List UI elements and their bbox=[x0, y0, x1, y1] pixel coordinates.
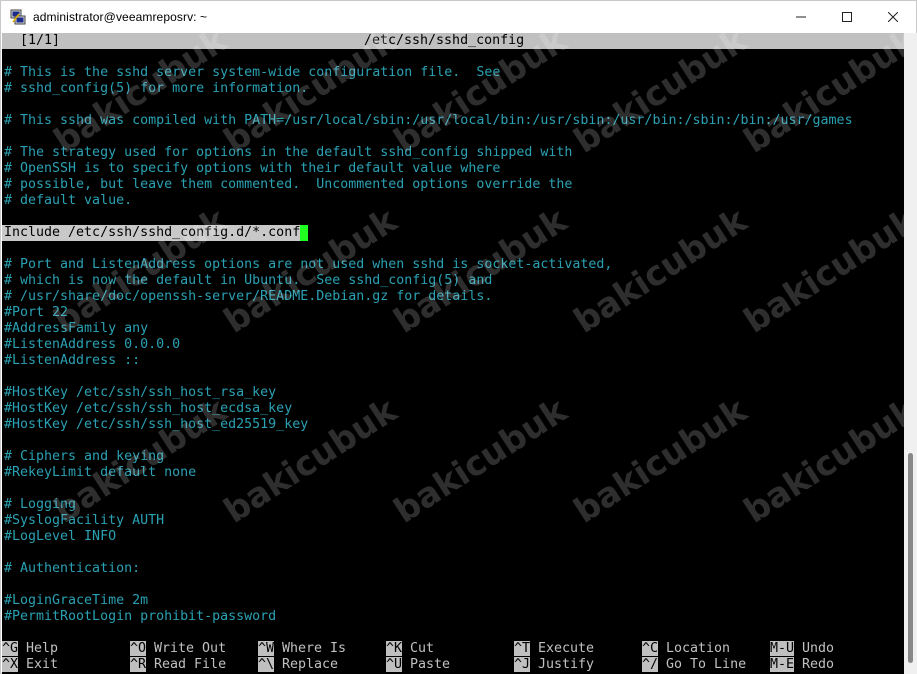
shortcut-label: Exit bbox=[18, 657, 59, 672]
terminal-area[interactable]: [1/1] /etc/ssh/sshd_config # This is the… bbox=[2, 33, 904, 674]
shortcut-replace[interactable]: ^\ Replace bbox=[258, 657, 338, 673]
shortcut-label: Help bbox=[18, 641, 59, 656]
editor-line[interactable]: #ListenAddress :: bbox=[4, 353, 140, 369]
close-button[interactable] bbox=[870, 1, 916, 33]
watermark-text: bakicubuk bbox=[567, 33, 755, 162]
shortcut-key: M-U bbox=[770, 641, 795, 656]
shortcut-label: Cut bbox=[402, 641, 435, 656]
shortcut-label: Read File bbox=[146, 657, 227, 672]
title-bar[interactable]: administrator@veeamreposrv: ~ bbox=[1, 1, 916, 33]
text-cursor bbox=[300, 225, 309, 241]
editor-line[interactable]: #HostKey /etc/ssh/ssh_host_rsa_key bbox=[4, 385, 276, 401]
shortcut-key: ^J bbox=[514, 657, 531, 672]
putty-icon[interactable] bbox=[10, 9, 26, 25]
editor-line[interactable]: # The strategy used for options in the d… bbox=[4, 145, 572, 161]
editor-line[interactable]: # sshd_config(5) for more information. bbox=[4, 81, 308, 97]
shortcut-label: Redo bbox=[794, 657, 835, 672]
vertical-scrollbar[interactable] bbox=[904, 33, 917, 674]
shortcut-key: ^G bbox=[2, 641, 19, 656]
shortcut-undo[interactable]: M-U Undo bbox=[770, 641, 834, 657]
editor-line[interactable]: # Port and ListenAddress options are not… bbox=[4, 257, 612, 273]
shortcut-key: ^O bbox=[130, 641, 147, 656]
editor-line[interactable]: # This is the sshd server system-wide co… bbox=[4, 65, 500, 81]
shortcut-bar: ^G Help ^X Exit ^O Write Out ^R Read File ^W… bbox=[2, 641, 904, 673]
include-line[interactable]: Include /etc/ssh/sshd_config.d/*.conf bbox=[4, 225, 309, 241]
buffer-position: [1/1] bbox=[20, 33, 61, 48]
shortcut-key: ^T bbox=[514, 641, 531, 656]
editor-line[interactable]: #PermitRootLogin prohibit-password bbox=[4, 609, 276, 625]
shortcut-key: ^W bbox=[258, 641, 275, 656]
shortcut-go-to-line[interactable]: ^/ Go To Line bbox=[642, 657, 746, 673]
maximize-button[interactable] bbox=[824, 1, 870, 33]
editor-line[interactable]: # This sshd was compiled with PATH=/usr/… bbox=[4, 113, 853, 129]
watermark-text: bakicubuk bbox=[737, 33, 904, 162]
shortcut-label: Undo bbox=[794, 641, 835, 656]
editor-line[interactable]: #HostKey /etc/ssh/ssh_host_ecdsa_key bbox=[4, 401, 292, 417]
window-title: administrator@veeamreposrv: ~ bbox=[33, 10, 208, 24]
shortcut-label: Replace bbox=[274, 657, 339, 672]
shortcut-label: Write Out bbox=[146, 641, 227, 656]
shortcut-label: Execute bbox=[530, 641, 595, 656]
shortcut-label: Where Is bbox=[274, 641, 347, 656]
shortcut-key: ^U bbox=[386, 657, 403, 672]
shortcut-read-file[interactable]: ^R Read File bbox=[130, 657, 226, 673]
editor-line[interactable]: #LoginGraceTime 2m bbox=[4, 593, 148, 609]
shortcut-exit[interactable]: ^X Exit bbox=[2, 657, 58, 673]
nano-header: [1/1] /etc/ssh/sshd_config bbox=[2, 33, 904, 49]
watermark-text: bakicubuk bbox=[387, 390, 575, 532]
editor-line[interactable]: # OpenSSH is to specify options with the… bbox=[4, 161, 500, 177]
shortcut-execute[interactable]: ^T Execute bbox=[514, 641, 594, 657]
shortcut-key: M-E bbox=[770, 657, 795, 672]
editor-line[interactable]: # Ciphers and keying bbox=[4, 449, 164, 465]
shortcut-label: Go To Line bbox=[658, 657, 747, 672]
watermark-text: bakicubuk bbox=[567, 390, 755, 532]
shortcut-write-out[interactable]: ^O Write Out bbox=[130, 641, 226, 657]
shortcut-key: ^R bbox=[130, 657, 147, 672]
shortcut-help[interactable]: ^G Help bbox=[2, 641, 58, 657]
close-icon bbox=[888, 12, 898, 22]
shortcut-key: ^\ bbox=[258, 657, 275, 672]
watermark-text: bakicubuk bbox=[737, 390, 904, 532]
editor-line[interactable]: # Logging bbox=[4, 497, 76, 513]
scrollbar-thumb[interactable] bbox=[908, 453, 913, 663]
watermark-text: bakicubuk bbox=[387, 33, 575, 162]
editor-line[interactable]: #RekeyLimit default none bbox=[4, 465, 196, 481]
shortcut-redo[interactable]: M-E Redo bbox=[770, 657, 834, 673]
window-controls bbox=[778, 1, 916, 33]
minimize-button[interactable] bbox=[778, 1, 824, 33]
shortcut-label: Justify bbox=[530, 657, 595, 672]
shortcut-key: ^C bbox=[642, 641, 659, 656]
terminal-window: administrator@veeamreposrv: ~ [1/1] /etc… bbox=[0, 0, 917, 674]
editor-line[interactable]: #ListenAddress 0.0.0.0 bbox=[4, 337, 180, 353]
shortcut-location[interactable]: ^C Location bbox=[642, 641, 730, 657]
editor-line[interactable]: #SyslogFacility AUTH bbox=[4, 513, 164, 529]
file-name: /etc/ssh/sshd_config bbox=[364, 33, 525, 48]
editor-line[interactable]: #AddressFamily any bbox=[4, 321, 148, 337]
editor-line[interactable]: # /usr/share/doc/openssh-server/README.D… bbox=[4, 289, 492, 305]
watermark-text: bakicubuk bbox=[737, 200, 904, 342]
editor-line[interactable]: # possible, but leave them commented. Un… bbox=[4, 177, 572, 193]
minimize-icon bbox=[796, 16, 806, 18]
editor-line[interactable]: #HostKey /etc/ssh/ssh_host_ed25519_key bbox=[4, 417, 308, 433]
maximize-icon bbox=[842, 12, 852, 22]
shortcut-cut[interactable]: ^K Cut bbox=[386, 641, 434, 657]
shortcut-label: Location bbox=[658, 641, 731, 656]
shortcut-key: ^X bbox=[2, 657, 19, 672]
shortcut-where-is[interactable]: ^W Where Is bbox=[258, 641, 346, 657]
editor-line[interactable]: # which is now the default in Ubuntu. Se… bbox=[4, 273, 492, 289]
editor-line[interactable]: #LogLevel INFO bbox=[4, 529, 116, 545]
shortcut-key: ^/ bbox=[642, 657, 659, 672]
shortcut-key: ^K bbox=[386, 641, 403, 656]
editor-line[interactable]: # Authentication: bbox=[4, 561, 140, 577]
shortcut-justify[interactable]: ^J Justify bbox=[514, 657, 594, 673]
editor-line[interactable]: #Port 22 bbox=[4, 305, 68, 321]
shortcut-paste[interactable]: ^U Paste bbox=[386, 657, 450, 673]
shortcut-label: Paste bbox=[402, 657, 451, 672]
editor-line[interactable]: # default value. bbox=[4, 193, 132, 209]
